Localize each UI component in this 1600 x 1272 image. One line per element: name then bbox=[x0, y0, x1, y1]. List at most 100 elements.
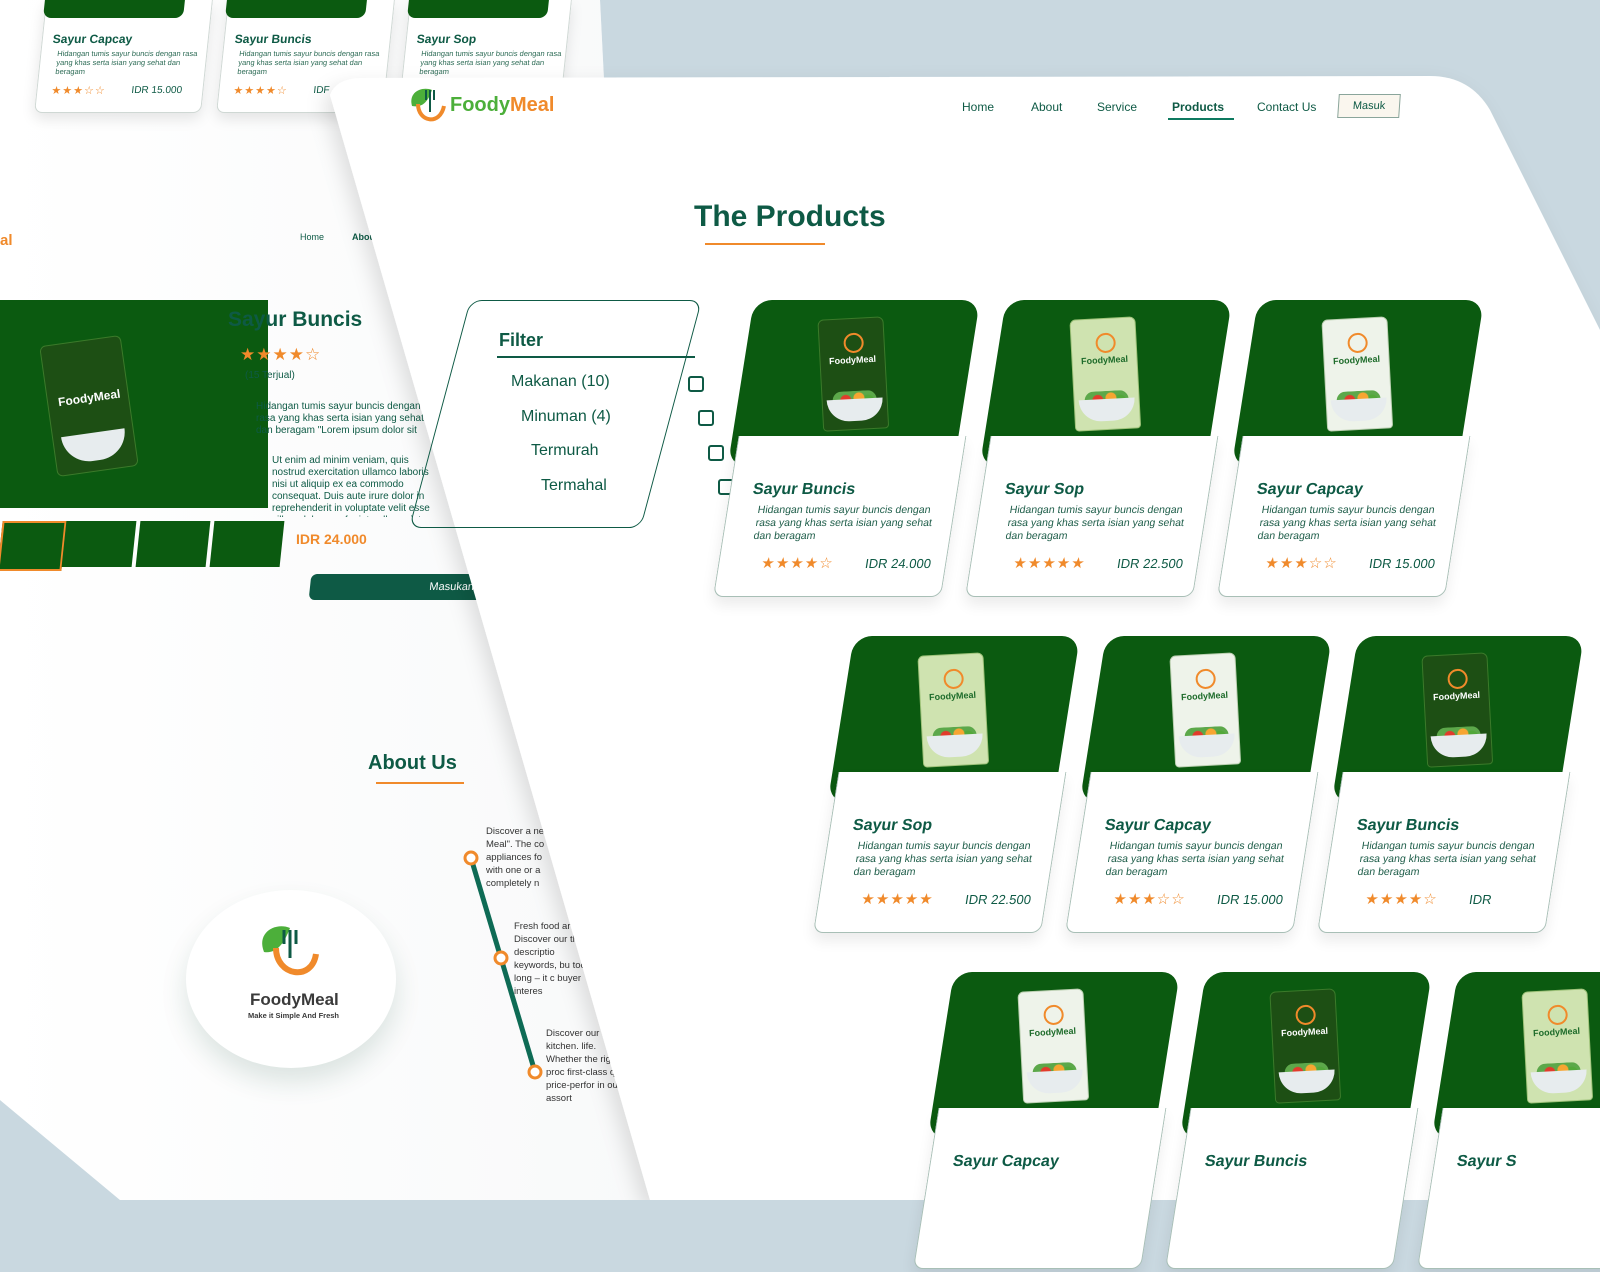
product-price: IDR bbox=[1468, 892, 1493, 907]
bag-bowl bbox=[926, 733, 984, 759]
bag-bowl bbox=[1278, 1069, 1336, 1095]
product-title: Sayur Buncis bbox=[1203, 1153, 1309, 1170]
filter-option-makanan[interactable]: Makanan (10) bbox=[511, 373, 610, 391]
product-bag-image: FoodyMeal bbox=[1421, 652, 1494, 768]
bag-brand-label: FoodyMeal bbox=[1332, 353, 1381, 367]
bag-logo-icon bbox=[1095, 332, 1117, 354]
product-card-body: Sayur Capcay Hidangan tumis sayur buncis … bbox=[1216, 436, 1471, 597]
product-price: IDR 24.000 bbox=[864, 556, 933, 571]
brand-name-foody: Foody bbox=[450, 94, 510, 116]
product-card-body: Sayur Buncis Hidangan tumis sayur buncis … bbox=[1316, 772, 1571, 933]
bag-logo-icon bbox=[1295, 1004, 1317, 1026]
product-rating: ★★★★★ bbox=[859, 891, 935, 908]
product-card[interactable]: FoodyMeal Sayur Sop Hidangan tumis sayur b… bbox=[958, 300, 1241, 600]
product-desc: Hidangan tumis sayur buncis dengan rasa … bbox=[1004, 504, 1185, 542]
bag-brand-label: FoodyMeal bbox=[1432, 689, 1481, 703]
product-bag-image: FoodyMeal bbox=[1017, 988, 1090, 1104]
filter-checkbox-minuman[interactable] bbox=[698, 410, 714, 426]
nav-about[interactable]: About bbox=[1031, 100, 1062, 114]
filter-checkbox-termurah[interactable] bbox=[708, 445, 724, 461]
foodymeal-logo-icon bbox=[411, 88, 446, 122]
title-underline bbox=[705, 243, 825, 245]
bag-logo-icon bbox=[843, 332, 865, 354]
bag-logo-icon bbox=[1347, 332, 1369, 354]
product-title: Sayur Buncis bbox=[1355, 817, 1461, 834]
product-card-body: Sayur Capcay Hidangan tumis sayur buncis … bbox=[1064, 772, 1319, 933]
product-bag-image: FoodyMeal bbox=[817, 316, 890, 432]
product-rating: ★★★★☆ bbox=[1363, 891, 1439, 908]
bag-logo-icon bbox=[1447, 668, 1469, 690]
product-desc: Hidangan tumis sayur buncis dengan rasa … bbox=[852, 840, 1033, 878]
product-card-body: Sayur Sop Hidangan tumis sayur buncis den… bbox=[964, 436, 1219, 597]
product-bag-image: FoodyMeal bbox=[1269, 988, 1342, 1104]
bag-logo-icon bbox=[1043, 1004, 1065, 1026]
product-title: Sayur Capcay bbox=[951, 1153, 1061, 1170]
product-card-body: Sayur Sop Hidangan tumis sayur buncis den… bbox=[812, 772, 1067, 933]
bag-bowl bbox=[826, 397, 884, 423]
product-desc: Hidangan tumis sayur buncis dengan rasa … bbox=[1104, 840, 1285, 878]
bag-bowl bbox=[1178, 733, 1236, 759]
product-title: Sayur Buncis bbox=[751, 481, 857, 498]
filter-checkbox-makanan[interactable] bbox=[688, 376, 704, 392]
product-card[interactable]: FoodyMeal Sayur Capcay Hidangan tumis sayu… bbox=[1058, 636, 1341, 936]
product-card[interactable]: FoodyMeal Sayur Sop Hidangan tumis sayur b… bbox=[806, 636, 1089, 936]
bag-brand-label: FoodyMeal bbox=[828, 353, 877, 367]
product-rating: ★★★☆☆ bbox=[1111, 891, 1187, 908]
product-title: Sayur Sop bbox=[1003, 481, 1086, 498]
bag-logo-icon bbox=[943, 668, 965, 690]
product-price: IDR 15.000 bbox=[1368, 556, 1437, 571]
bag-bowl bbox=[1026, 1069, 1084, 1095]
product-bag-image: FoodyMeal bbox=[1521, 988, 1594, 1104]
nav-home[interactable]: Home bbox=[962, 100, 994, 114]
product-title: Sayur Capcay bbox=[1255, 481, 1365, 498]
product-desc: Hidangan tumis sayur buncis dengan rasa … bbox=[1356, 840, 1537, 878]
product-card-body: Sayur Capcay bbox=[912, 1108, 1167, 1269]
product-bag-image: FoodyMeal bbox=[917, 652, 990, 768]
product-card-body: Sayur S bbox=[1416, 1108, 1600, 1269]
product-card-body: Sayur Buncis Hidangan tumis sayur buncis … bbox=[712, 436, 967, 597]
bag-brand-label: FoodyMeal bbox=[928, 689, 977, 703]
brand-logo-text[interactable]: FoodyMeal bbox=[450, 94, 554, 117]
product-desc: Hidangan tumis sayur buncis dengan rasa … bbox=[1256, 504, 1437, 542]
product-card[interactable]: FoodyMeal Sayur Buncis Hidangan tumis sayu… bbox=[706, 300, 989, 600]
product-card[interactable]: FoodyMeal Sayur Buncis Hidangan tumis sayu… bbox=[1310, 636, 1593, 936]
product-card[interactable]: FoodyMeal Sayur Buncis bbox=[1158, 972, 1441, 1272]
bag-bowl bbox=[1430, 733, 1488, 759]
filter-option-termurah[interactable]: Termurah bbox=[531, 442, 599, 460]
nav-contact-us[interactable]: Contact Us bbox=[1257, 100, 1316, 114]
filter-title: Filter bbox=[499, 330, 544, 350]
product-title: Sayur Capcay bbox=[1103, 817, 1213, 834]
bag-brand-label: FoodyMeal bbox=[1532, 1025, 1581, 1039]
page-title: The Products bbox=[694, 200, 886, 233]
bag-logo-icon bbox=[1195, 668, 1217, 690]
bag-brand-label: FoodyMeal bbox=[1180, 689, 1229, 703]
nav-service[interactable]: Service bbox=[1097, 100, 1137, 114]
product-title: Sayur S bbox=[1455, 1153, 1518, 1170]
nav-active-indicator bbox=[1168, 118, 1234, 120]
product-price: IDR 15.000 bbox=[1216, 892, 1285, 907]
nav-products[interactable]: Products bbox=[1172, 100, 1224, 114]
product-card[interactable]: FoodyMeal Sayur Capcay Hidangan tumis sayu… bbox=[1210, 300, 1493, 600]
bag-bowl bbox=[1530, 1069, 1588, 1095]
brand-name-meal: Meal bbox=[510, 94, 555, 116]
product-price: IDR 22.500 bbox=[1116, 556, 1185, 571]
bag-brand-label: FoodyMeal bbox=[1080, 353, 1129, 367]
product-bag-image: FoodyMeal bbox=[1069, 316, 1142, 432]
bag-brand-label: FoodyMeal bbox=[1280, 1025, 1329, 1039]
product-desc: Hidangan tumis sayur buncis dengan rasa … bbox=[752, 504, 933, 542]
login-button[interactable]: Masuk bbox=[1337, 94, 1401, 118]
filter-option-termahal[interactable]: Termahal bbox=[541, 477, 607, 495]
products-page: FoodyMeal Home About Service Products Co… bbox=[0, 0, 1600, 1269]
bag-bowl bbox=[1078, 397, 1136, 423]
product-bag-image: FoodyMeal bbox=[1321, 316, 1394, 432]
product-rating: ★★★★★ bbox=[1011, 555, 1087, 572]
login-label: Masuk bbox=[1352, 100, 1386, 112]
product-card[interactable]: FoodyMeal Sayur Capcay bbox=[906, 972, 1189, 1272]
filter-option-minuman[interactable]: Minuman (4) bbox=[521, 408, 611, 426]
product-card-body: Sayur Buncis bbox=[1164, 1108, 1419, 1269]
product-title: Sayur Sop bbox=[851, 817, 934, 834]
bag-logo-icon bbox=[1547, 1004, 1569, 1026]
product-price: IDR 22.500 bbox=[964, 892, 1033, 907]
product-rating: ★★★☆☆ bbox=[1263, 555, 1339, 572]
filter-title-underline bbox=[497, 356, 695, 358]
